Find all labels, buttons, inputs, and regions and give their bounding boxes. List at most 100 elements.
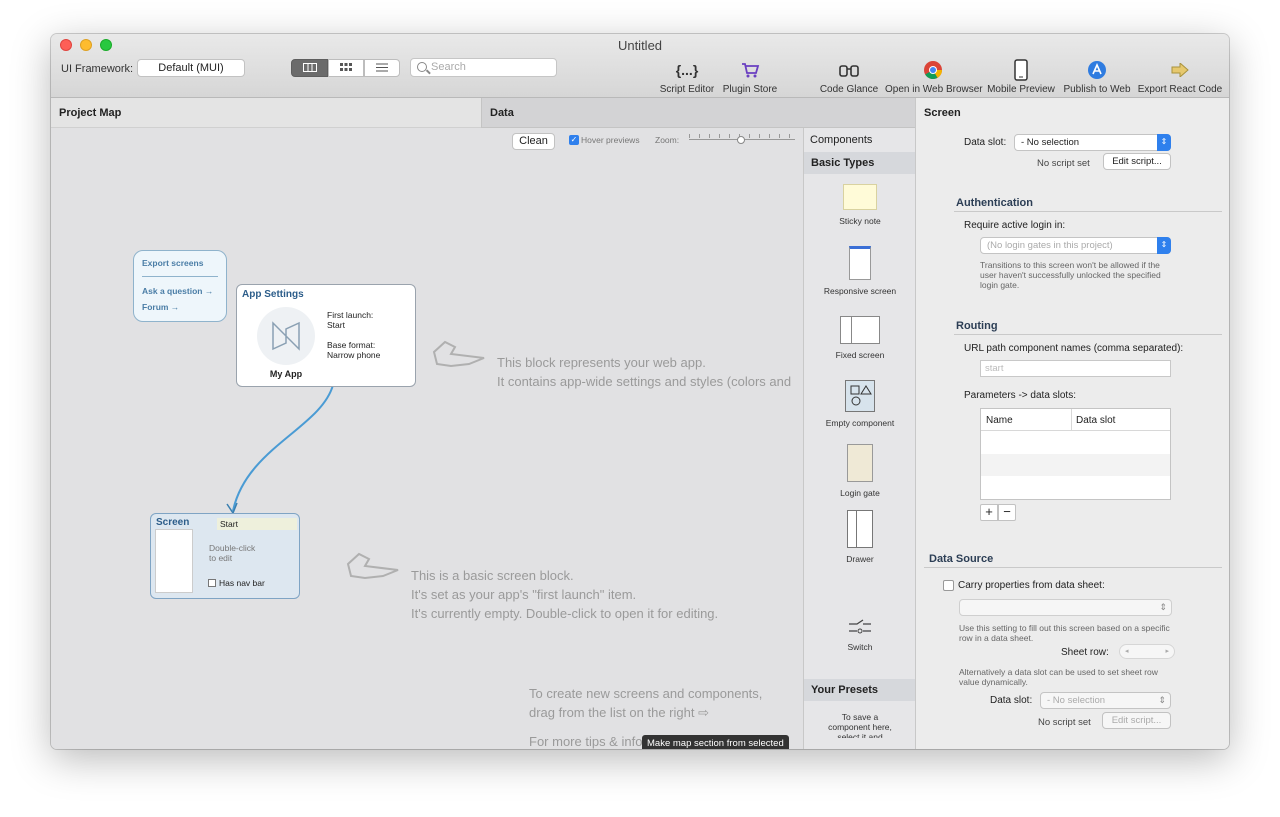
braces-icon: {...} [675, 62, 699, 78]
publish-icon [1061, 58, 1133, 82]
ds-data-slot-label: Data slot: [990, 695, 1033, 706]
tab-data[interactable]: Data [481, 98, 915, 128]
base-format-value: Narrow phone [327, 350, 381, 360]
ds-no-script-label: No script set [1038, 717, 1091, 728]
cart-icon [719, 58, 781, 82]
drawer-icon [847, 510, 873, 548]
app-hint-line-2: It contains app-wide settings and styles… [497, 374, 792, 389]
edit-script-button[interactable]: Edit script... [1103, 153, 1171, 170]
add-param-button[interactable]: + [980, 504, 998, 521]
sheet-row-stepper[interactable]: ◂ ▸ [1119, 644, 1175, 659]
columns-icon [302, 63, 317, 72]
create-hint-line-2: drag from the list on the right ⇨ [529, 705, 709, 720]
switch-icon [848, 618, 872, 636]
params-table[interactable]: Name Data slot [980, 408, 1171, 500]
section-divider [924, 567, 1222, 568]
your-presets-header: Your Presets [804, 679, 916, 701]
code-glance-button[interactable]: Code Glance [819, 58, 879, 95]
screen-inspector: Screen Data slot: - No selection ⇕ No sc… [915, 98, 1229, 749]
tab-project-map[interactable]: Project Map [51, 98, 481, 128]
component-login-gate[interactable]: Login gate [804, 444, 916, 498]
export-screens-link[interactable]: Export screens [142, 258, 203, 268]
screen-thumbnail [155, 529, 193, 593]
component-empty-component[interactable]: Empty component [804, 380, 916, 428]
component-drawer[interactable]: Drawer [804, 510, 916, 564]
component-fixed-screen[interactable]: Fixed screen [804, 316, 916, 360]
has-nav-bar-checkbox[interactable] [208, 579, 216, 587]
project-map-canvas[interactable]: Clean ✓ Hover previews Zoom: Export scre… [51, 128, 803, 749]
chevron-updown-icon: ⇕ [1157, 134, 1171, 151]
phone-icon [987, 58, 1055, 82]
tooltip: Make map section from selected [642, 735, 789, 749]
framework-select[interactable]: Default (MUI) [137, 59, 245, 77]
component-sticky-note[interactable]: Sticky note [804, 184, 916, 226]
script-editor-button[interactable]: {...} Script Editor [657, 58, 717, 95]
carry-properties-checkbox[interactable] [943, 580, 954, 591]
chevron-updown-icon: ⇕ [1159, 602, 1167, 612]
pointing-hand-icon [346, 552, 399, 580]
login-gate-select[interactable]: (No login gates in this project) ⇕ [980, 237, 1171, 254]
view-grid-button[interactable] [328, 59, 364, 77]
responsive-screen-icon [849, 246, 871, 280]
carry-note: Use this setting to fill out this screen… [959, 623, 1170, 643]
chevron-updown-icon: ⇕ [1157, 237, 1171, 254]
app-settings-title: App Settings [242, 289, 304, 300]
mobile-preview-button[interactable]: Mobile Preview [987, 58, 1055, 95]
app-settings-node[interactable]: App Settings First launch: Start Base fo… [236, 284, 416, 387]
help-node[interactable]: Export screens Ask a question → Forum → [133, 250, 227, 322]
grid-icon [340, 63, 352, 71]
titlebar: Untitled UI Framework: Default (MUI) Sea… [51, 34, 1229, 98]
ds-edit-script-button[interactable]: Edit script... [1102, 712, 1171, 729]
export-arrow-icon [1137, 58, 1223, 82]
open-browser-button[interactable]: Open in Web Browser [885, 58, 983, 95]
export-react-button[interactable]: Export React Code [1137, 58, 1223, 95]
presets-hint: To save a component here, select it and [828, 712, 892, 738]
list-icon [376, 63, 388, 72]
component-switch[interactable]: Switch [804, 618, 916, 652]
login-label: Require active login in: [964, 220, 1066, 231]
first-launch-label: First launch: [327, 310, 374, 320]
tips-hint: For more tips & info [529, 734, 643, 749]
publish-to-web-button[interactable]: Publish to Web [1061, 58, 1133, 95]
components-panel: Components Basic Types Sticky note Respo… [803, 128, 916, 749]
data-source-header: Data Source [929, 553, 994, 565]
sheet-row-label: Sheet row: [1061, 647, 1109, 658]
app-logo-icon [257, 307, 315, 365]
pointing-hand-icon [432, 340, 485, 368]
screen-hint-1: Double-click [209, 543, 256, 553]
base-format-label: Base format: [327, 340, 376, 350]
login-note: Transitions to this screen won't be allo… [980, 260, 1161, 290]
table-row [981, 454, 1170, 476]
remove-param-button[interactable]: − [998, 504, 1016, 521]
screen-connector [226, 384, 334, 515]
screen-hint-line-3: It's currently empty. Double-click to op… [411, 606, 719, 621]
url-label: URL path component names (comma separate… [964, 343, 1184, 354]
component-responsive-screen[interactable]: Responsive screen [804, 246, 916, 296]
data-sheet-select[interactable]: ⇕ [959, 599, 1172, 616]
alt-note: Alternatively a data slot can be used to… [959, 667, 1158, 687]
url-path-input[interactable]: start [980, 360, 1171, 377]
no-script-label: No script set [1037, 158, 1090, 169]
chevron-right-icon: ▸ [1165, 648, 1169, 655]
ask-question-link[interactable]: Ask a question → [142, 286, 213, 296]
fixed-screen-icon [840, 316, 880, 344]
app-name: My App [269, 369, 303, 379]
section-divider [954, 334, 1222, 335]
view-columns-button[interactable] [291, 59, 328, 77]
forum-link[interactable]: Forum → [142, 302, 179, 312]
search-icon [417, 62, 427, 72]
view-list-button[interactable] [364, 59, 400, 77]
first-launch-value: Start [327, 320, 345, 330]
col-name-header: Name [986, 415, 1013, 426]
search-input[interactable]: Search [410, 58, 557, 77]
screen-name-field[interactable]: Start [217, 518, 297, 530]
data-slot-select[interactable]: - No selection ⇕ [1014, 134, 1171, 151]
basic-types-header: Basic Types [804, 152, 916, 174]
screen-node[interactable]: Screen Start Double-click to edit Has na… [150, 513, 300, 599]
chrome-icon [885, 58, 981, 82]
section-divider [954, 211, 1222, 212]
plugin-store-button[interactable]: Plugin Store [719, 58, 781, 95]
app-hint-line-1: This block represents your web app. [497, 355, 706, 370]
ds-data-slot-select[interactable]: - No selection ⇕ [1040, 692, 1171, 709]
data-slot-label: Data slot: [964, 137, 1007, 148]
